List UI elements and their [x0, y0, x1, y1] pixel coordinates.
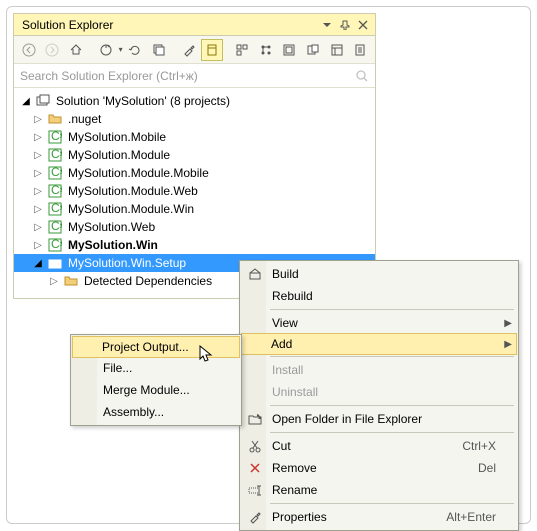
- setup-project-icon: [47, 255, 63, 271]
- expand-icon[interactable]: ◢: [32, 258, 44, 269]
- expand-icon[interactable]: ▷: [32, 168, 44, 179]
- submenu-arrow-icon: ▶: [504, 318, 512, 329]
- close-icon[interactable]: [355, 17, 371, 33]
- solution-icon: [35, 93, 51, 109]
- project-item[interactable]: ▷ C# MySolution.Module.Win: [14, 200, 375, 218]
- cut-icon: [246, 437, 264, 455]
- toolbar-btn-e[interactable]: [326, 39, 348, 61]
- solution-explorer-panel: Solution Explorer ▾ Search Solution Expl…: [13, 13, 376, 299]
- open-folder-icon: [246, 410, 264, 428]
- project-item[interactable]: ▷ C# MySolution.Module.Mobile: [14, 164, 375, 182]
- svg-text:C#: C#: [51, 220, 62, 233]
- svg-text:C#: C#: [51, 148, 62, 161]
- svg-text:C#: C#: [51, 238, 62, 251]
- menu-rebuild[interactable]: Rebuild: [242, 285, 516, 307]
- forward-button[interactable]: [42, 39, 64, 61]
- back-button[interactable]: [18, 39, 40, 61]
- toolbar-btn-f[interactable]: [349, 39, 371, 61]
- context-menu: Build Rebuild View▶ Add▶ Install Uninsta…: [239, 260, 519, 531]
- csproj-icon: C#: [47, 201, 63, 217]
- menu-remove[interactable]: RemoveDel: [242, 457, 516, 479]
- collapse-all-button[interactable]: [148, 39, 170, 61]
- expand-icon[interactable]: ▷: [32, 222, 44, 233]
- expand-icon[interactable]: ◢: [20, 96, 32, 107]
- search-icon: [355, 69, 369, 83]
- pin-icon[interactable]: [337, 17, 353, 33]
- menu-install: Install: [242, 359, 516, 381]
- search-placeholder: Search Solution Explorer (Ctrl+ж): [20, 69, 355, 83]
- submenu-assembly[interactable]: Assembly...: [73, 401, 239, 423]
- toolbar-btn-a[interactable]: [231, 39, 253, 61]
- svg-text:C#: C#: [51, 166, 62, 179]
- remove-icon: [246, 459, 264, 477]
- csproj-icon: C#: [47, 219, 63, 235]
- toolbar-btn-d[interactable]: [302, 39, 324, 61]
- svg-text:C#: C#: [51, 202, 62, 215]
- solution-root[interactable]: ◢ Solution 'MySolution' (8 projects): [14, 92, 375, 110]
- build-icon: [246, 265, 264, 283]
- expand-icon[interactable]: ▷: [32, 186, 44, 197]
- rename-icon: [246, 481, 264, 499]
- toolbar-btn-b[interactable]: [255, 39, 277, 61]
- expand-icon[interactable]: ▷: [48, 276, 60, 287]
- svg-text:C#: C#: [51, 130, 62, 143]
- show-all-files-button[interactable]: [201, 39, 223, 61]
- menu-build[interactable]: Build: [242, 263, 516, 285]
- properties-button[interactable]: [178, 39, 200, 61]
- menu-view[interactable]: View▶: [242, 312, 516, 334]
- expand-icon[interactable]: ▷: [32, 240, 44, 251]
- panel-titlebar: Solution Explorer: [14, 14, 375, 36]
- sync-button[interactable]: [95, 39, 117, 61]
- expand-icon[interactable]: ▷: [32, 150, 44, 161]
- expand-icon[interactable]: ▷: [32, 114, 44, 125]
- menu-add[interactable]: Add▶: [241, 333, 517, 355]
- csproj-icon: C#: [47, 147, 63, 163]
- mouse-cursor-icon: [199, 345, 217, 363]
- solution-label: Solution 'MySolution' (8 projects): [54, 94, 230, 108]
- menu-properties[interactable]: PropertiesAlt+Enter: [242, 506, 516, 528]
- project-item[interactable]: ▷ C# MySolution.Module: [14, 146, 375, 164]
- refresh-button[interactable]: [125, 39, 147, 61]
- expand-icon[interactable]: ▷: [32, 204, 44, 215]
- svg-text:C#: C#: [51, 184, 62, 197]
- project-item[interactable]: ▷ C# MySolution.Module.Web: [14, 182, 375, 200]
- folder-icon: [63, 273, 79, 289]
- project-item[interactable]: ▷ C# MySolution.Win: [14, 236, 375, 254]
- submenu-merge-module[interactable]: Merge Module...: [73, 379, 239, 401]
- properties-icon: [246, 508, 264, 526]
- window-position-icon[interactable]: [319, 17, 335, 33]
- project-item[interactable]: ▷ C# MySolution.Web: [14, 218, 375, 236]
- home-button[interactable]: [65, 39, 87, 61]
- csproj-icon: C#: [47, 183, 63, 199]
- csproj-icon: C#: [47, 237, 63, 253]
- menu-open-folder[interactable]: Open Folder in File Explorer: [242, 408, 516, 430]
- menu-uninstall: Uninstall: [242, 381, 516, 403]
- project-item[interactable]: ▷ .nuget: [14, 110, 375, 128]
- csproj-icon: C#: [47, 129, 63, 145]
- expand-icon[interactable]: ▷: [32, 132, 44, 143]
- menu-cut[interactable]: CutCtrl+X: [242, 435, 516, 457]
- project-item[interactable]: ▷ C# MySolution.Mobile: [14, 128, 375, 146]
- search-bar[interactable]: Search Solution Explorer (Ctrl+ж): [14, 64, 375, 88]
- toolbar-btn-c[interactable]: [278, 39, 300, 61]
- csproj-icon: C#: [47, 165, 63, 181]
- toolbar: ▾: [14, 36, 375, 64]
- panel-title: Solution Explorer: [18, 18, 317, 32]
- folder-icon: [47, 111, 63, 127]
- submenu-arrow-icon: ▶: [504, 339, 512, 350]
- menu-rename[interactable]: Rename: [242, 479, 516, 501]
